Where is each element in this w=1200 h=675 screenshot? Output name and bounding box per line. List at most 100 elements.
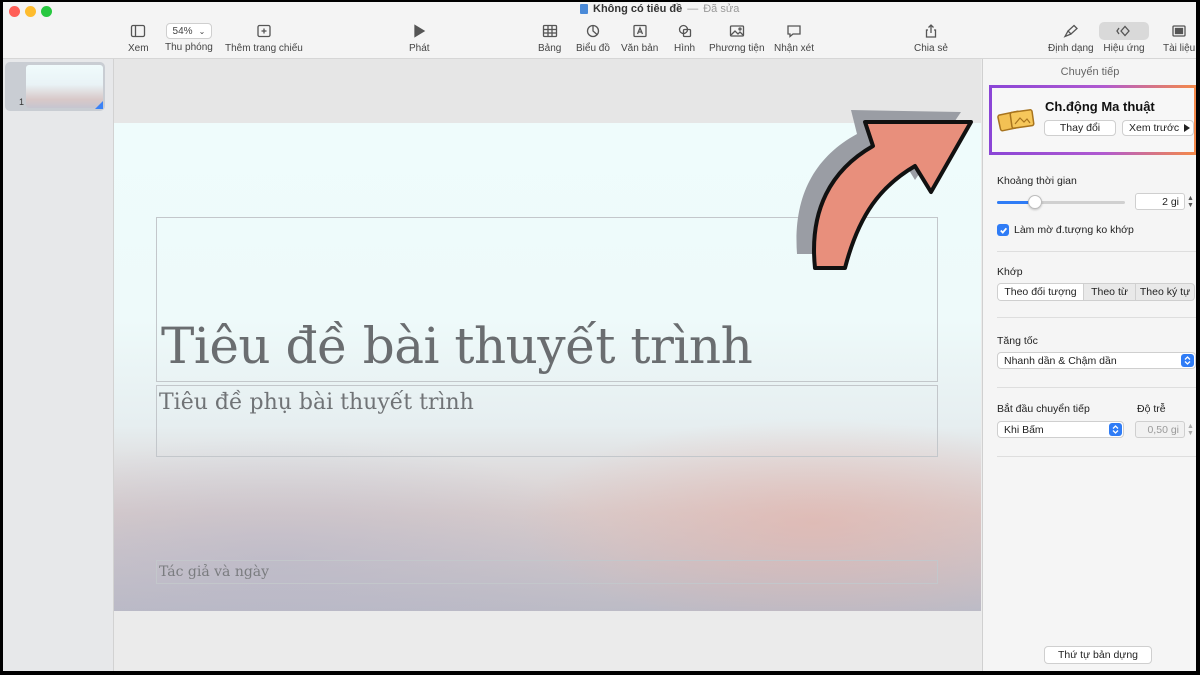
play-label: Phát (409, 43, 430, 54)
play-icon (1184, 124, 1191, 132)
document-panel-icon (1172, 25, 1186, 37)
shape-icon (678, 24, 691, 38)
add-slide-button[interactable]: Thêm trang chiếu (225, 22, 303, 54)
delay-field: 0,50 gi (1135, 421, 1185, 438)
animate-button[interactable]: Hiệu ứng (1099, 22, 1149, 54)
slide-subtitle[interactable]: Tiêu đề phụ bài thuyết trình (159, 390, 474, 415)
delay-value: 0,50 gi (1147, 423, 1179, 436)
close-window-button[interactable] (9, 6, 20, 17)
chevron-down-icon: ⌄ (198, 26, 206, 36)
document-label: Tài liệu (1163, 43, 1196, 54)
divider (997, 387, 1196, 388)
chart-label: Biểu đồ (576, 43, 610, 54)
table-button[interactable]: Bảng (538, 22, 561, 54)
chart-button[interactable]: Biểu đồ (576, 22, 610, 54)
slide-number: 1 (19, 97, 25, 107)
match-option-characters[interactable]: Theo ký tự (1136, 284, 1194, 300)
document-title: Không có tiêu đề (593, 3, 683, 15)
window-controls (9, 6, 52, 17)
zoom-dropdown[interactable]: 54% ⌄ (165, 23, 213, 39)
match-label: Khớp (997, 266, 1023, 278)
duration-slider[interactable] (997, 195, 1125, 209)
sidebar-icon (131, 24, 146, 38)
duration-label: Khoảng thời gian (997, 175, 1077, 187)
divider (997, 251, 1196, 252)
subtitle-placeholder[interactable]: Tiêu đề phụ bài thuyết trình (156, 385, 938, 457)
change-transition-button[interactable]: Thay đổi (1044, 120, 1116, 136)
duration-slider-knob[interactable] (1028, 195, 1043, 209)
format-label: Định dạng (1048, 43, 1094, 54)
divider (997, 456, 1196, 457)
minimize-window-button[interactable] (25, 6, 36, 17)
document-icon (580, 4, 588, 14)
shape-label: Hình (674, 43, 696, 54)
app-window: Không có tiêu đề — Đã sửa Xem 54% ⌄ Thu … (3, 2, 1196, 671)
transition-effect-name: Ch.động Ma thuật (1045, 99, 1155, 114)
view-label: Xem (128, 43, 149, 54)
build-order-button[interactable]: Thứ tự bản dựng (1044, 646, 1152, 664)
comment-icon (787, 25, 801, 38)
zoom-value: 54% (172, 25, 193, 37)
chevron-up-icon: ▲ (1187, 194, 1194, 202)
duration-field[interactable]: 2 gi (1135, 193, 1185, 210)
transition-marker-icon (95, 101, 103, 109)
share-icon (925, 24, 937, 38)
photo-icon (729, 25, 744, 37)
delay-stepper: ▲ ▼ (1186, 421, 1195, 438)
preview-transition-button[interactable]: Xem trước (1122, 120, 1194, 136)
text-button[interactable]: Văn bản (621, 22, 658, 54)
toolbar: Không có tiêu đề — Đã sửa Xem 54% ⌄ Thu … (3, 2, 1196, 59)
slide-title[interactable]: Tiêu đề bài thuyết trình (161, 317, 753, 375)
share-button[interactable]: Chia sẻ (914, 22, 948, 54)
match-option-objects[interactable]: Theo đối tượng (998, 284, 1084, 300)
duration-stepper[interactable]: ▲ ▼ (1186, 193, 1195, 210)
fade-unmatched-label: Làm mờ đ.tượng ko khớp (1014, 224, 1134, 236)
comment-button[interactable]: Nhận xét (774, 22, 814, 54)
shape-button[interactable]: Hình (674, 22, 695, 54)
delay-label: Độ trễ (1137, 403, 1166, 415)
start-transition-value: Khi Bấm (1004, 423, 1044, 436)
chevron-down-icon: ▼ (1187, 429, 1194, 437)
inspector-panel: Chuyển tiếp Ch.động Ma thuật Thay đổi Xe… (982, 59, 1196, 671)
add-slide-icon (257, 24, 271, 38)
comment-label: Nhận xét (774, 43, 815, 54)
duration-value: 2 gi (1162, 195, 1179, 208)
start-transition-select[interactable]: Khi Bấm (997, 421, 1124, 438)
animate-icon (1116, 25, 1130, 37)
zoom-control[interactable]: 54% ⌄ Thu phóng (165, 22, 213, 53)
start-transition-label: Bắt đầu chuyển tiếp (997, 403, 1090, 415)
format-button[interactable]: Định dạng (1048, 22, 1094, 54)
author-placeholder[interactable]: Tác giả và ngày (156, 560, 938, 584)
paintbrush-icon (1063, 24, 1078, 38)
acceleration-select[interactable]: Nhanh dần & Chậm dần (997, 352, 1196, 369)
share-label: Chia sẻ (914, 43, 948, 54)
media-button[interactable]: Phương tiện (709, 22, 765, 54)
transition-effect-card: Ch.động Ma thuật Thay đổi Xem trước (989, 85, 1196, 155)
select-arrows-icon (1109, 423, 1122, 436)
match-segmented-control[interactable]: Theo đối tượng Theo từ Theo ký tự (997, 283, 1195, 301)
document-button[interactable]: Tài liệu (1163, 22, 1195, 54)
match-option-words[interactable]: Theo từ (1084, 284, 1136, 300)
slide-author[interactable]: Tác giả và ngày (159, 564, 269, 580)
slide-navigator: 1 (3, 59, 114, 671)
add-slide-label: Thêm trang chiếu (225, 43, 303, 54)
curved-arrow-icon (796, 110, 973, 270)
inspector-header: Chuyển tiếp (1060, 66, 1120, 78)
chart-icon (586, 24, 600, 38)
zoom-window-button[interactable] (41, 6, 52, 17)
fade-unmatched-checkbox[interactable] (997, 224, 1009, 236)
slide-thumbnail-image[interactable] (26, 65, 103, 108)
play-icon (414, 24, 426, 38)
checkmark-icon (999, 227, 1007, 234)
slide-thumbnail-selected[interactable]: 1 (5, 62, 105, 111)
media-label: Phương tiện (709, 43, 765, 54)
table-icon (542, 24, 557, 38)
play-button[interactable]: Phát (409, 22, 430, 54)
chevron-down-icon: ▼ (1187, 201, 1194, 209)
window-title: Không có tiêu đề — Đã sửa (580, 3, 739, 15)
view-button[interactable]: Xem (128, 22, 149, 54)
acceleration-label: Tăng tốc (997, 335, 1038, 347)
chevron-up-icon: ▲ (1187, 422, 1194, 430)
table-label: Bảng (538, 43, 562, 54)
title-separator: — (687, 3, 699, 15)
